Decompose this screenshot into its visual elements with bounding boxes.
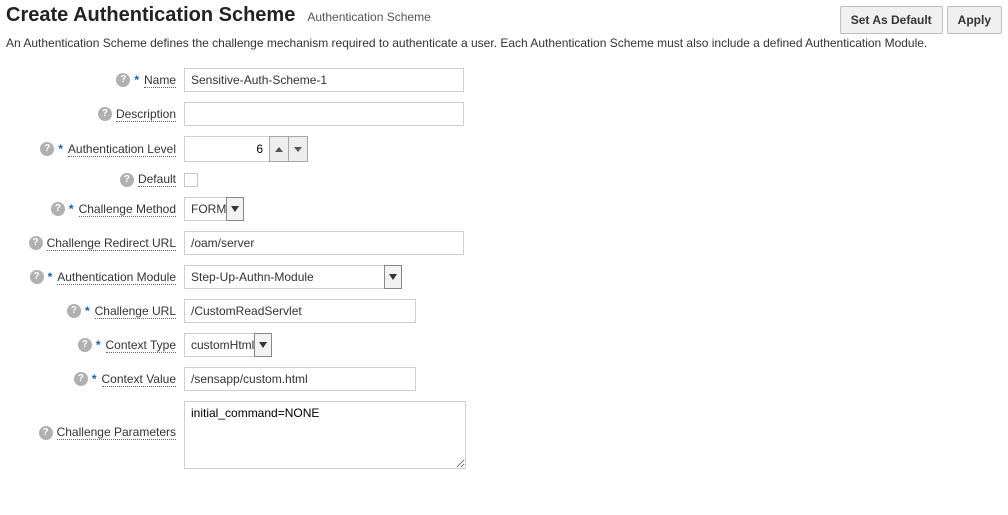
context-value-input[interactable] [184,367,416,391]
chevron-down-icon [294,147,302,152]
select-dropdown-button[interactable] [226,197,244,221]
challenge-parameters-label: Challenge Parameters [57,425,176,440]
authentication-level-label: Authentication Level [68,142,176,157]
default-checkbox[interactable] [184,173,198,187]
name-input[interactable] [184,68,464,92]
help-icon[interactable]: ? [98,107,112,121]
required-star-icon: * [48,270,53,284]
spinner-down-button[interactable] [288,136,308,162]
challenge-method-select[interactable]: FORM [184,197,244,221]
authentication-module-select[interactable]: Step-Up-Authn-Module [184,265,402,289]
required-star-icon: * [134,73,139,87]
description-label: Description [116,107,176,122]
help-icon[interactable]: ? [30,270,44,284]
help-icon[interactable]: ? [78,338,92,352]
help-icon[interactable]: ? [39,426,53,440]
challenge-redirect-url-input[interactable] [184,231,464,255]
help-icon[interactable]: ? [51,202,65,216]
auth-scheme-form: ? * Name ? Description ? * Authenticatio… [6,68,1002,469]
page-title: Create Authentication Scheme [6,4,295,27]
required-star-icon: * [69,202,74,216]
help-icon[interactable]: ? [116,73,130,87]
page-description: An Authentication Scheme defines the cha… [6,36,1002,50]
required-star-icon: * [96,338,101,352]
challenge-method-label: Challenge Method [79,202,176,217]
challenge-method-value: FORM [184,197,226,221]
authentication-level-input[interactable] [184,136,270,162]
required-star-icon: * [92,372,97,386]
description-input[interactable] [184,102,464,126]
challenge-redirect-url-label: Challenge Redirect URL [47,236,176,251]
set-as-default-button[interactable]: Set As Default [840,6,943,34]
challenge-parameters-textarea[interactable] [184,401,466,469]
dropdown-arrow-icon [259,342,267,348]
challenge-url-input[interactable] [184,299,416,323]
select-dropdown-button[interactable] [254,333,272,357]
help-icon[interactable]: ? [120,173,134,187]
apply-button[interactable]: Apply [947,6,1002,34]
challenge-url-label: Challenge URL [95,304,176,319]
dropdown-arrow-icon [389,274,397,280]
authentication-module-value: Step-Up-Authn-Module [184,265,384,289]
help-icon[interactable]: ? [67,304,81,318]
help-icon[interactable]: ? [74,372,88,386]
required-star-icon: * [85,304,90,318]
page-subtitle: Authentication Scheme [307,10,430,24]
chevron-up-icon [275,147,283,152]
context-type-label: Context Type [106,338,177,353]
context-type-value: customHtml [184,333,254,357]
required-star-icon: * [58,142,63,156]
spinner-up-button[interactable] [269,136,289,162]
dropdown-arrow-icon [231,206,239,212]
name-label: Name [144,73,176,88]
context-value-label: Context Value [102,372,177,387]
help-icon[interactable]: ? [40,142,54,156]
help-icon[interactable]: ? [29,236,43,250]
select-dropdown-button[interactable] [384,265,402,289]
default-label: Default [138,172,176,187]
authentication-module-label: Authentication Module [57,270,176,285]
context-type-select[interactable]: customHtml [184,333,272,357]
